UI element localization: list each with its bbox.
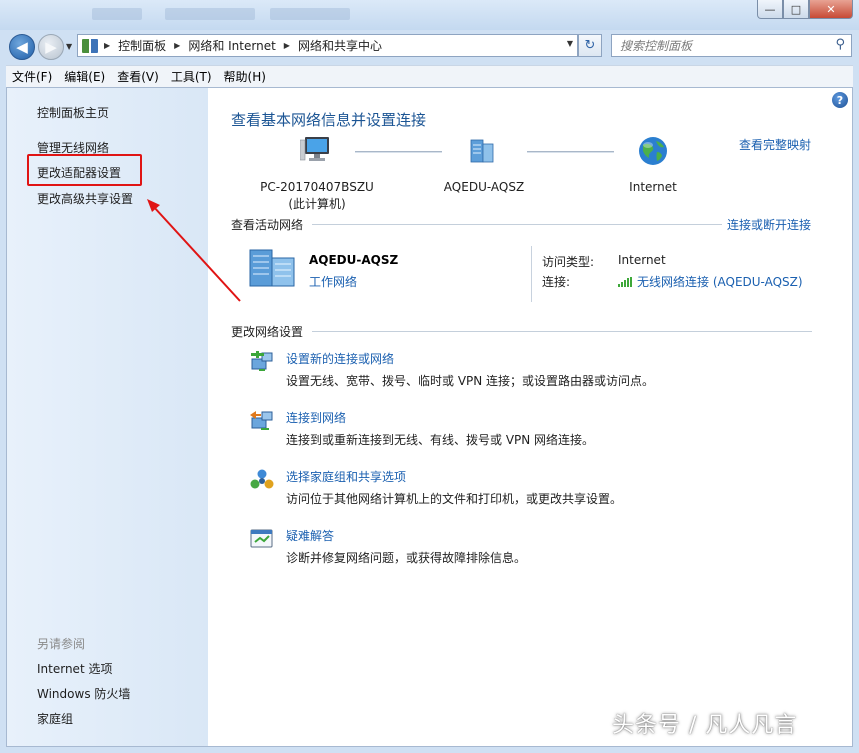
section-divider: [312, 331, 812, 332]
wifi-signal-icon: [618, 276, 633, 287]
connect-disconnect-link[interactable]: 连接或断开连接: [727, 216, 811, 233]
blurred-tab: [92, 8, 142, 20]
search-placeholder: 搜索控制面板: [620, 39, 693, 53]
address-dropdown-icon[interactable]: ▼: [567, 39, 573, 48]
address-bar[interactable]: ▶ 控制面板 ▶ 网络和 Internet ▶ 网络和共享中心 ▼: [77, 34, 578, 57]
network-type-link[interactable]: 工作网络: [309, 273, 357, 290]
back-arrow-icon: ◀: [16, 38, 28, 56]
sidebar-item-control-panel-home[interactable]: 控制面板主页: [37, 104, 109, 121]
change-settings-heading: 更改网络设置: [231, 325, 304, 339]
blurred-tab: [270, 8, 350, 20]
wireless-connection-link[interactable]: 无线网络连接 (AQEDU-AQSZ): [618, 273, 803, 290]
help-icon[interactable]: ?: [832, 92, 848, 108]
content-area: 控制面板主页 管理无线网络 更改适配器设置 更改高级共享设置 另请参阅 Inte…: [6, 87, 853, 747]
new-connection-icon: [251, 351, 273, 371]
maximize-button[interactable]: □: [783, 0, 809, 19]
watermark: 头条号 / 凡人凡言: [612, 713, 798, 738]
breadcrumb-separator-icon[interactable]: ▶: [174, 41, 180, 50]
setup-new-connection-link[interactable]: 设置新的连接或网络: [286, 350, 394, 367]
menu-tools[interactable]: 工具(T): [165, 68, 218, 85]
connect-to-network-link[interactable]: 连接到网络: [286, 409, 346, 426]
computer-icon: [299, 137, 329, 161]
menu-file[interactable]: 文件(F): [6, 68, 58, 85]
network-node-name: AQEDU-AQSZ: [443, 180, 525, 194]
network-icon: [470, 139, 494, 163]
troubleshoot-icon: [250, 529, 273, 548]
network-node[interactable]: AQEDU-AQSZ: [424, 136, 544, 196]
page-title: 查看基本网络信息并设置连接: [231, 111, 427, 129]
menu-help[interactable]: 帮助(H): [218, 68, 272, 85]
vertical-divider: [531, 246, 532, 302]
breadcrumb-control-panel[interactable]: 控制面板: [118, 37, 166, 54]
connection-label: 连接:: [542, 275, 571, 289]
menu-view[interactable]: 查看(V): [111, 68, 165, 85]
homegroup-icon: [250, 469, 274, 489]
homegroup-sharing-link[interactable]: 选择家庭组和共享选项: [286, 468, 406, 485]
navigation-bar: ◀ ▶ ▼ ▶ 控制面板 ▶ 网络和 Internet ▶ 网络和共享中心 ▼ …: [0, 30, 859, 62]
minimize-button[interactable]: —: [757, 0, 783, 19]
see-also-heading: 另请参阅: [37, 637, 86, 651]
breadcrumb-network-internet[interactable]: 网络和 Internet: [188, 37, 275, 54]
computer-name: PC-20170407BSZU: [260, 180, 374, 194]
internet-node-name: Internet: [629, 180, 677, 194]
wireless-connection-label: 无线网络连接 (AQEDU-AQSZ): [637, 275, 803, 289]
computer-note: (此计算机): [288, 197, 346, 211]
sidebar-item-windows-firewall[interactable]: Windows 防火墙: [37, 685, 130, 702]
sidebar-item-advanced-sharing[interactable]: 更改高级共享设置: [37, 190, 133, 207]
homegroup-sharing-desc: 访问位于其他网络计算机上的文件和打印机，或更改共享设置。: [286, 492, 623, 506]
blurred-tab: [165, 8, 255, 20]
active-network-heading: 查看活动网络: [231, 218, 304, 232]
setup-new-connection-desc: 设置无线、宽带、拨号、临时或 VPN 连接；或设置路由器或访问点。: [286, 374, 655, 388]
recent-pages-dropdown[interactable]: ▼: [66, 42, 72, 51]
access-type-value: Internet: [618, 253, 666, 267]
view-full-map-link[interactable]: 查看完整映射: [739, 136, 811, 153]
control-panel-icon: [82, 38, 98, 53]
sidebar-item-homegroup[interactable]: 家庭组: [37, 710, 73, 727]
internet-node[interactable]: Internet: [608, 136, 698, 196]
sidebar: 控制面板主页 管理无线网络 更改适配器设置 更改高级共享设置 另请参阅 Inte…: [7, 88, 208, 746]
forward-arrow-icon: ▶: [45, 38, 57, 56]
forward-button[interactable]: ▶: [38, 34, 64, 60]
map-connector-line: [527, 151, 614, 153]
menu-edit[interactable]: 编辑(E): [58, 68, 111, 85]
menu-bar: 文件(F) 编辑(E) 查看(V) 工具(T) 帮助(H): [6, 65, 853, 87]
close-button[interactable]: ✕: [809, 0, 853, 19]
sidebar-item-internet-options[interactable]: Internet 选项: [37, 660, 112, 677]
troubleshoot-link[interactable]: 疑难解答: [286, 527, 334, 544]
breadcrumb-sharing-center[interactable]: 网络和共享中心: [298, 37, 382, 54]
active-network-name: AQEDU-AQSZ: [309, 253, 399, 267]
breadcrumb-separator-icon[interactable]: ▶: [104, 41, 110, 50]
refresh-icon: ↻: [584, 38, 596, 53]
refresh-button[interactable]: ↻: [578, 34, 602, 57]
connect-to-network-desc: 连接到或重新连接到无线、有线、拨号或 VPN 网络连接。: [286, 433, 595, 447]
connect-network-icon: [250, 411, 273, 430]
active-network-icon: [249, 249, 295, 287]
title-bar: — □ ✕: [0, 0, 859, 30]
search-input[interactable]: 搜索控制面板 ⚲: [611, 34, 852, 57]
computer-node[interactable]: PC-20170407BSZU (此计算机): [248, 136, 386, 213]
search-icon[interactable]: ⚲: [835, 37, 845, 52]
section-divider: [312, 224, 722, 225]
window-controls: — □ ✕: [757, 0, 853, 19]
main-panel: ? 查看基本网络信息并设置连接 查看完整映射 PC-20170407BSZU (…: [208, 88, 852, 746]
back-button[interactable]: ◀: [9, 34, 35, 60]
breadcrumb-separator-icon[interactable]: ▶: [284, 41, 290, 50]
annotation-highlight-box: [27, 154, 142, 186]
access-type-label: 访问类型:: [542, 255, 595, 269]
troubleshoot-desc: 诊断并修复网络问题，或获得故障排除信息。: [286, 551, 527, 565]
globe-icon: [639, 137, 667, 165]
